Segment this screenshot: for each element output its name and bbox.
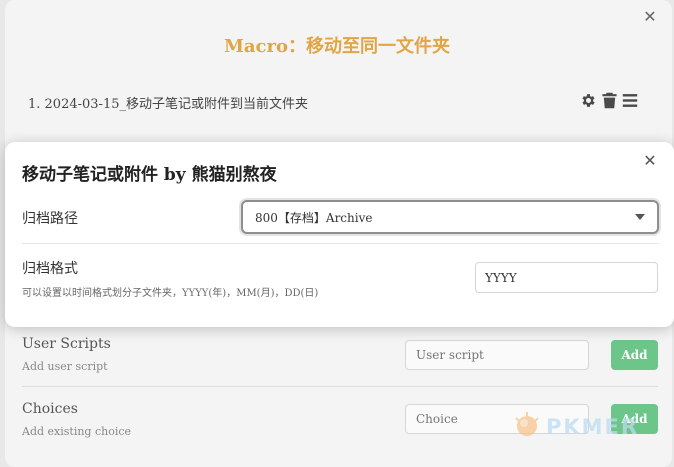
section-divider: [22, 386, 658, 387]
trash-icon[interactable]: [602, 92, 617, 113]
drag-handle-icon[interactable]: [622, 93, 638, 112]
archive-format-input[interactable]: [475, 262, 658, 293]
command-actions: [580, 92, 638, 113]
macro-title: Macro：移动至同一文件夹: [223, 36, 451, 57]
archive-path-selected: 800【存档】Archive: [255, 210, 373, 225]
modal-title: 移动子笔记或附件 by 熊猫别熬夜: [22, 165, 277, 185]
archive-path-label: 归档路径: [22, 211, 78, 227]
add-user-script-button[interactable]: Add: [611, 340, 658, 370]
settings-modal: ✕ 移动子笔记或附件 by 熊猫别熬夜 归档路径 800【存档】Archive …: [5, 142, 674, 327]
modal-divider: [22, 243, 659, 244]
archive-format-label: 归档格式: [22, 261, 78, 277]
close-icon[interactable]: ✕: [641, 152, 659, 170]
pkmer-logo-icon: [512, 410, 542, 444]
macro-command-item: 1. 2024-03-15_移动子笔记或附件到当前文件夹: [28, 97, 308, 112]
pkmer-watermark: PKMER: [512, 410, 639, 444]
chevron-down-icon: [635, 214, 645, 220]
user-script-input[interactable]: [405, 340, 589, 370]
archive-format-description: 可以设置以时间格式划分子文件夹，YYYY(年)，MM(月)，DD(日): [22, 288, 319, 299]
macro-modal-close-icon[interactable]: ✕: [641, 8, 659, 26]
gear-icon[interactable]: [580, 92, 597, 113]
user-scripts-section: User Scripts Add user script Add: [22, 336, 658, 373]
watermark-text: PKMER: [546, 415, 640, 439]
archive-path-select[interactable]: 800【存档】Archive: [241, 200, 659, 234]
